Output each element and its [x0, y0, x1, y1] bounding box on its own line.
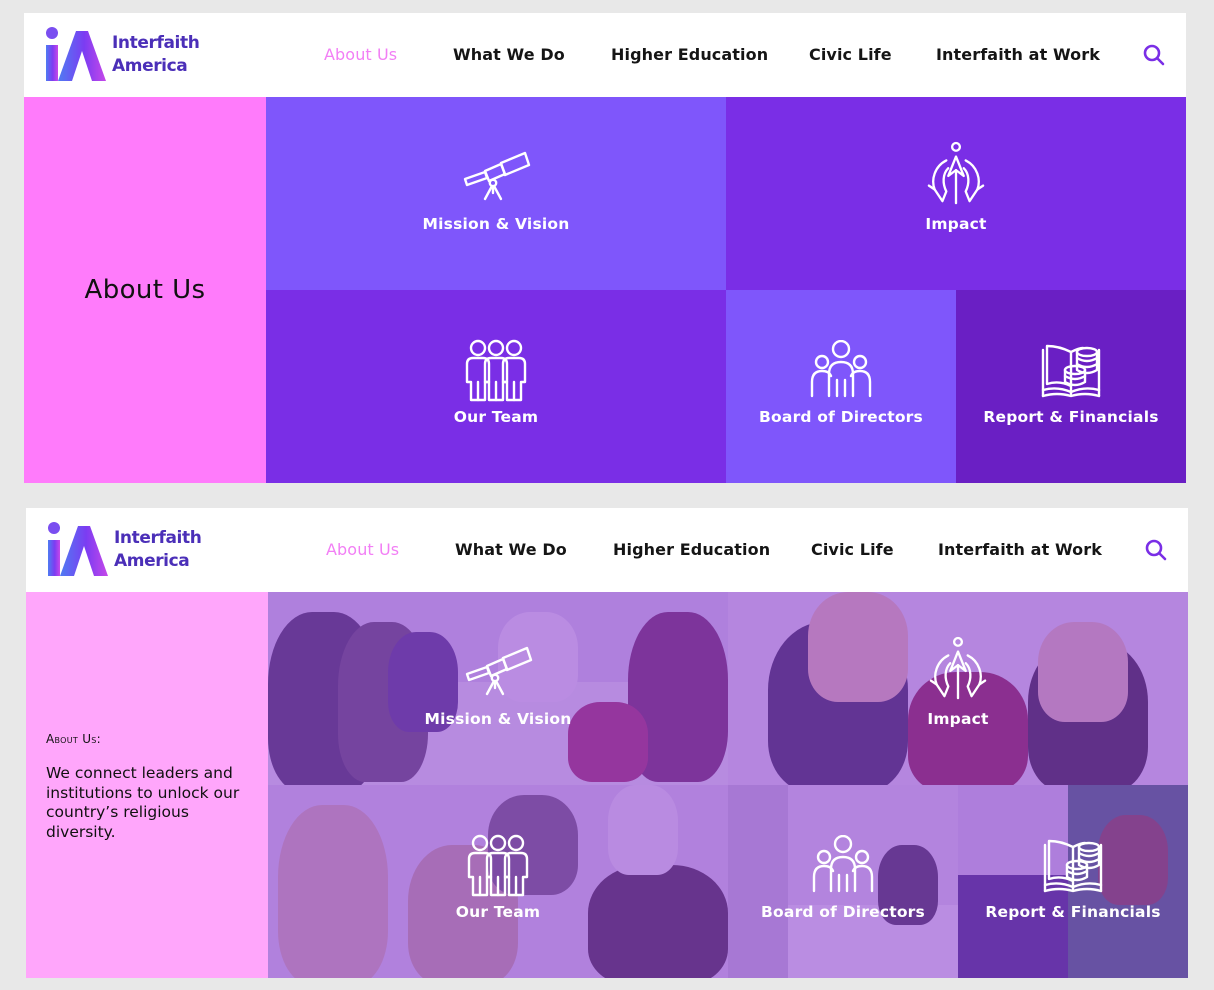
- nav-about-us[interactable]: About Us: [324, 45, 397, 64]
- about-side-description: We connect leaders and institutions to u…: [46, 764, 240, 841]
- about-side-panel: About Us: We connect leaders and institu…: [26, 592, 268, 978]
- tile-impact-label: Impact: [927, 710, 989, 728]
- impact-arrows-icon: [925, 141, 987, 207]
- nav-interfaith-at-work[interactable]: Interfaith at Work: [938, 540, 1102, 559]
- nav-what-we-do[interactable]: What We Do: [453, 45, 565, 64]
- book-coins-icon: [1041, 835, 1105, 895]
- about-side-kicker: About Us:: [46, 732, 102, 746]
- main-nav: About Us What We Do Higher Education Civ…: [26, 508, 1188, 592]
- tile-board-of-directors[interactable]: Board of Directors: [726, 290, 956, 483]
- tile-mission-vision[interactable]: Mission & Vision: [266, 97, 726, 290]
- tile-report-financials[interactable]: Report & Financials: [956, 290, 1186, 483]
- main-nav: About Us What We Do Higher Education Civ…: [24, 13, 1186, 97]
- group-icon: [809, 340, 873, 400]
- site-header: Interfaith America About Us What We Do H…: [26, 508, 1188, 592]
- tile-our-team[interactable]: Our Team: [266, 290, 726, 483]
- about-menu-panel-solid: Interfaith America About Us What We Do H…: [24, 13, 1186, 483]
- site-header: Interfaith America About Us What We Do H…: [24, 13, 1186, 97]
- tile-impact[interactable]: Impact: [726, 97, 1186, 290]
- nav-interfaith-at-work[interactable]: Interfaith at Work: [936, 45, 1100, 64]
- nav-what-we-do[interactable]: What We Do: [455, 540, 567, 559]
- tile-board-label: Board of Directors: [761, 903, 925, 921]
- telescope-icon: [463, 644, 533, 696]
- tile-impact[interactable]: Impact: [728, 592, 1188, 785]
- tile-board-of-directors[interactable]: Board of Directors: [728, 785, 958, 978]
- about-side-panel: About Us: [24, 97, 266, 483]
- tile-board-label: Board of Directors: [759, 408, 923, 426]
- tile-our-team-label: Our Team: [453, 408, 539, 426]
- book-coins-icon: [1039, 340, 1103, 400]
- nav-higher-education[interactable]: Higher Education: [613, 540, 770, 559]
- nav-about-us[interactable]: About Us: [326, 540, 399, 559]
- about-side-title: About Us: [84, 275, 206, 305]
- nav-civic-life[interactable]: Civic Life: [809, 45, 892, 64]
- search-icon[interactable]: [1144, 538, 1168, 562]
- nav-civic-life[interactable]: Civic Life: [811, 540, 894, 559]
- group-icon: [811, 835, 875, 895]
- tile-our-team[interactable]: Our Team: [268, 785, 728, 978]
- about-menu-panel-photo: Interfaith America About Us What We Do H…: [26, 508, 1188, 978]
- tile-mission-vision-label: Mission & Vision: [424, 710, 572, 728]
- search-icon[interactable]: [1142, 43, 1166, 67]
- tile-report-financials[interactable]: Report & Financials: [958, 785, 1188, 978]
- tile-mission-vision-label: Mission & Vision: [422, 215, 570, 233]
- tile-report-label: Report & Financials: [983, 408, 1159, 426]
- tile-our-team-label: Our Team: [455, 903, 541, 921]
- tile-mission-vision[interactable]: Mission & Vision: [268, 592, 728, 785]
- team-icon: [464, 338, 528, 402]
- impact-arrows-icon: [927, 636, 989, 702]
- tile-impact-label: Impact: [925, 215, 987, 233]
- tile-report-label: Report & Financials: [985, 903, 1161, 921]
- nav-higher-education[interactable]: Higher Education: [611, 45, 768, 64]
- team-icon: [466, 833, 530, 897]
- telescope-icon: [461, 149, 531, 201]
